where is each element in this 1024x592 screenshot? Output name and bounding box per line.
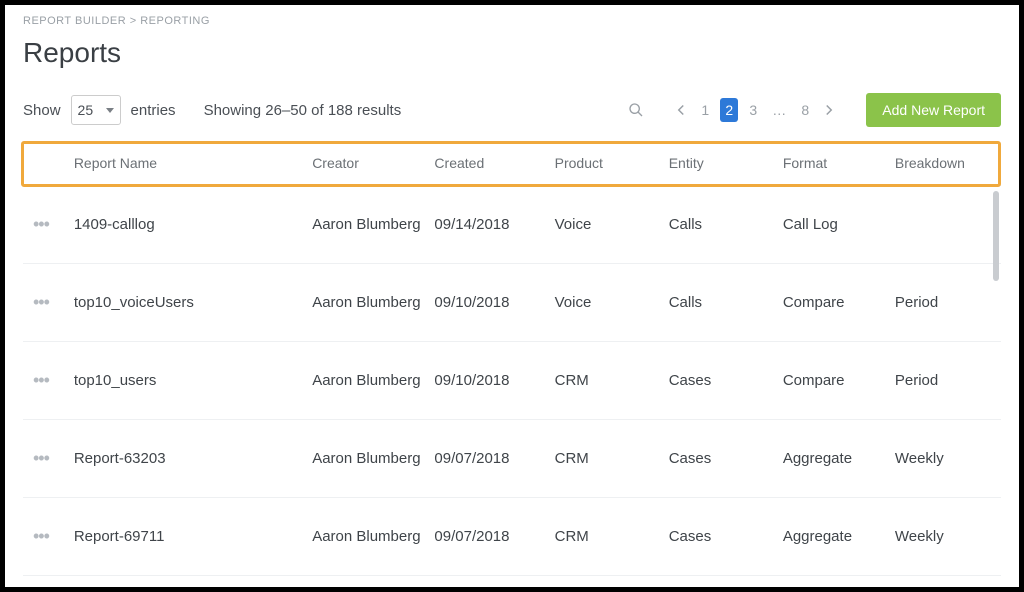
- table-row[interactable]: ••• top10_usersAaron Blumberg09/10/2018CR…: [23, 342, 1001, 420]
- search-icon: [628, 102, 644, 118]
- cell-breakdown: Weekly: [889, 498, 1001, 576]
- page-size-value: 25: [78, 102, 94, 118]
- cell-creator: Aaron Blumberg: [306, 420, 428, 498]
- col-entity[interactable]: Entity: [663, 141, 777, 186]
- col-breakdown[interactable]: Breakdown: [889, 141, 1001, 186]
- cell-created: 09/14/2018: [428, 186, 548, 264]
- cell-entity: Cases: [663, 420, 777, 498]
- cell-created: 09/10/2018: [428, 342, 548, 420]
- page-last[interactable]: 8: [796, 98, 814, 122]
- cell-breakdown: Period: [889, 264, 1001, 342]
- controls-row: Show 25 entries Showing 26–50 of 188 res…: [23, 93, 1001, 127]
- page-prev[interactable]: [672, 98, 690, 122]
- chevron-left-icon: [676, 104, 686, 116]
- col-created[interactable]: Created: [428, 141, 548, 186]
- col-name[interactable]: Report Name: [68, 141, 306, 186]
- cell-product: CRM: [549, 342, 663, 420]
- cell-creator: Aaron Blumberg: [306, 342, 428, 420]
- cell-entity: Calls: [663, 186, 777, 264]
- page-ellipsis: …: [768, 98, 790, 122]
- chevron-right-icon: [824, 104, 834, 116]
- row-actions-icon[interactable]: •••: [29, 448, 49, 468]
- cell-name: 1409-calllog: [68, 186, 306, 264]
- cell-created: 09/10/2018: [428, 264, 548, 342]
- cell-breakdown: Period: [889, 342, 1001, 420]
- caret-down-icon: [106, 108, 114, 113]
- results-summary: Showing 26–50 of 188 results: [204, 102, 402, 119]
- row-actions-icon[interactable]: •••: [29, 526, 49, 546]
- show-label: Show: [23, 102, 61, 119]
- cell-creator: Aaron Blumberg: [306, 498, 428, 576]
- cell-product: Voice: [549, 264, 663, 342]
- pagination: 1 2 3 … 8: [672, 98, 838, 122]
- col-actions: [23, 141, 68, 186]
- cell-name: top10_voiceUsers: [68, 264, 306, 342]
- cell-breakdown: Weekly: [889, 420, 1001, 498]
- cell-format: Compare: [777, 264, 889, 342]
- cell-entity: Cases: [663, 342, 777, 420]
- cell-format: Compare: [777, 342, 889, 420]
- col-product[interactable]: Product: [549, 141, 663, 186]
- cell-format: Aggregate: [777, 498, 889, 576]
- cell-entity: Calls: [663, 264, 777, 342]
- row-actions-icon[interactable]: •••: [29, 292, 49, 312]
- cell-created: 09/07/2018: [428, 498, 548, 576]
- page-next[interactable]: [820, 98, 838, 122]
- col-format[interactable]: Format: [777, 141, 889, 186]
- page-3[interactable]: 3: [744, 98, 762, 122]
- cell-entity: Cases: [663, 498, 777, 576]
- row-actions-icon[interactable]: •••: [29, 370, 49, 390]
- cell-name: top10_users: [68, 342, 306, 420]
- add-new-report-button[interactable]: Add New Report: [866, 93, 1001, 127]
- cell-product: CRM: [549, 498, 663, 576]
- col-creator[interactable]: Creator: [306, 141, 428, 186]
- cell-creator: Aaron Blumberg: [306, 264, 428, 342]
- page-current[interactable]: 2: [720, 98, 738, 122]
- cell-breakdown: [889, 186, 1001, 264]
- entries-label: entries: [131, 102, 176, 119]
- search-button[interactable]: [624, 102, 648, 118]
- cell-name: Report-63203: [68, 420, 306, 498]
- page-size-select[interactable]: 25: [71, 95, 121, 125]
- reports-table: Report Name Creator Created Product Enti…: [23, 141, 1001, 576]
- row-actions-icon[interactable]: •••: [29, 214, 49, 234]
- table-row[interactable]: •••Report-69711Aaron Blumberg09/07/2018C…: [23, 498, 1001, 576]
- page-title: Reports: [23, 37, 1001, 69]
- page-1[interactable]: 1: [696, 98, 714, 122]
- cell-product: Voice: [549, 186, 663, 264]
- cell-created: 09/07/2018: [428, 420, 548, 498]
- cell-name: Report-69711: [68, 498, 306, 576]
- scrollbar[interactable]: [993, 191, 999, 281]
- cell-format: Call Log: [777, 186, 889, 264]
- table-row[interactable]: •••Report-63203Aaron Blumberg09/07/2018C…: [23, 420, 1001, 498]
- table-row[interactable]: ••• 1409-calllogAaron Blumberg09/14/2018V…: [23, 186, 1001, 264]
- cell-creator: Aaron Blumberg: [306, 186, 428, 264]
- cell-product: CRM: [549, 420, 663, 498]
- breadcrumb[interactable]: REPORT BUILDER > REPORTING: [23, 15, 1001, 27]
- cell-format: Aggregate: [777, 420, 889, 498]
- table-row[interactable]: ••• top10_voiceUsersAaron Blumberg09/10/2…: [23, 264, 1001, 342]
